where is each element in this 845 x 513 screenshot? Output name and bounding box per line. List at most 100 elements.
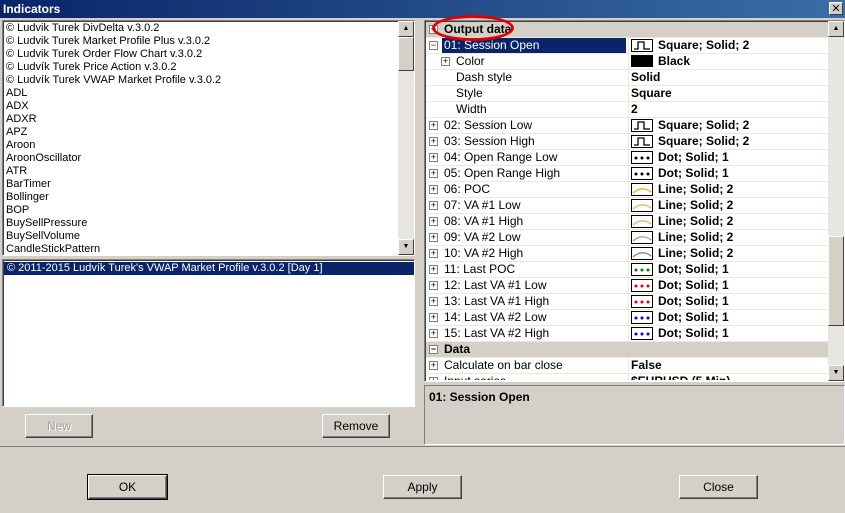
property-value[interactable]: Square: [628, 86, 828, 101]
indicator-list-item[interactable]: © Ludvik Turek Order Flow Chart v.3.0.2: [3, 48, 399, 61]
expand-icon[interactable]: +: [429, 137, 438, 146]
property-value[interactable]: Dot; Solid; 1: [628, 262, 828, 277]
property-row[interactable]: +08: VA #1 High Line; Solid; 2: [426, 214, 828, 230]
indicator-list-item[interactable]: APZ: [3, 126, 399, 139]
property-value[interactable]: Line; Solid; 2: [628, 198, 828, 213]
expand-icon[interactable]: +: [429, 361, 438, 370]
property-row[interactable]: + Color Black: [426, 54, 828, 70]
scroll-up-icon[interactable]: ▲: [398, 21, 414, 37]
property-grid-scrollbar[interactable]: ▲ ▼: [828, 21, 844, 381]
applied-indicator-list[interactable]: © 2011-2015 Ludvík Turek's VWAP Market P…: [2, 259, 415, 407]
indicator-list-item[interactable]: BuySellVolume: [3, 230, 399, 243]
property-value[interactable]: False: [628, 358, 828, 373]
indicator-list-scrollbar[interactable]: ▲ ▼: [398, 21, 414, 255]
property-value[interactable]: Dot; Solid; 1: [628, 278, 828, 293]
expand-icon[interactable]: +: [429, 201, 438, 210]
expand-icon[interactable]: +: [429, 265, 438, 274]
expand-icon[interactable]: +: [429, 153, 438, 162]
property-value[interactable]: Line; Solid; 2: [628, 182, 828, 197]
indicator-list-item[interactable]: BuySellPressure: [3, 217, 399, 230]
property-row[interactable]: +14: Last VA #2 Low Dot; Solid; 1: [426, 310, 828, 326]
grid-scroll-down-icon[interactable]: ▼: [828, 365, 844, 381]
expand-icon[interactable]: +: [429, 217, 438, 226]
property-name: Style: [456, 86, 483, 100]
property-row[interactable]: +04: Open Range Low Dot; Solid; 1: [426, 150, 828, 166]
expand-icon[interactable]: +: [429, 377, 438, 380]
property-value[interactable]: Dot; Solid; 1: [628, 150, 828, 165]
property-row[interactable]: + Input series$EURUSD (5 Min): [426, 374, 828, 380]
applied-indicator-item[interactable]: © 2011-2015 Ludvík Turek's VWAP Market P…: [4, 262, 414, 275]
expand-icon[interactable]: +: [429, 169, 438, 178]
category-output-data[interactable]: − Output data: [426, 22, 828, 38]
indicator-list-item[interactable]: © Ludvík Turek VWAP Market Profile v.3.0…: [3, 74, 399, 87]
expand-icon[interactable]: +: [429, 329, 438, 338]
property-row[interactable]: +07: VA #1 Low Line; Solid; 2: [426, 198, 828, 214]
collapse-icon[interactable]: −: [429, 25, 438, 34]
indicator-list-item[interactable]: Bollinger: [3, 191, 399, 204]
indicator-list-item[interactable]: ADX: [3, 100, 399, 113]
property-row[interactable]: +05: Open Range High Dot; Solid; 1: [426, 166, 828, 182]
property-row[interactable]: +11: Last POC Dot; Solid; 1: [426, 262, 828, 278]
indicator-list-item[interactable]: ADL: [3, 87, 399, 100]
property-value[interactable]: Dot; Solid; 1: [628, 294, 828, 309]
close-button[interactable]: Close: [679, 475, 758, 499]
expand-icon[interactable]: +: [429, 121, 438, 130]
property-value[interactable]: Square; Solid; 2: [628, 134, 828, 149]
new-button[interactable]: New: [25, 414, 93, 438]
expand-icon[interactable]: +: [429, 185, 438, 194]
property-grid[interactable]: − Output data −01: Session Open Square; Sol…: [424, 20, 845, 382]
property-value[interactable]: Line; Solid; 2: [628, 214, 828, 229]
expand-icon[interactable]: +: [429, 281, 438, 290]
property-row[interactable]: +03: Session High Square; Solid; 2: [426, 134, 828, 150]
indicator-list-item[interactable]: © Ludvík Turek Price Action v.3.0.2: [3, 61, 399, 74]
indicator-list-item[interactable]: ADXR: [3, 113, 399, 126]
indicator-list-item[interactable]: BarTimer: [3, 178, 399, 191]
category-data[interactable]: − Data: [426, 342, 828, 358]
property-value[interactable]: Square; Solid; 2: [628, 38, 828, 53]
indicator-list-item[interactable]: © Ludvik Turek Market Profile Plus v.3.0…: [3, 35, 399, 48]
property-row[interactable]: + Calculate on bar close False: [426, 358, 828, 374]
property-row[interactable]: +15: Last VA #2 High Dot; Solid; 1: [426, 326, 828, 342]
indicator-list-item[interactable]: BOP: [3, 204, 399, 217]
property-value[interactable]: Dot; Solid; 1: [628, 326, 828, 341]
indicator-list-item[interactable]: © Ludvik Turek DivDelta v.3.0.2: [3, 22, 399, 35]
ok-button[interactable]: OK: [87, 474, 168, 500]
indicator-list-item[interactable]: Aroon: [3, 139, 399, 152]
indicator-list-item[interactable]: ATR: [3, 165, 399, 178]
property-value[interactable]: Black: [628, 54, 828, 69]
property-value[interactable]: Dot; Solid; 1: [628, 166, 828, 181]
collapse-icon[interactable]: −: [429, 41, 438, 50]
property-row[interactable]: −01: Session Open Square; Solid; 2: [426, 38, 828, 54]
property-value[interactable]: Dot; Solid; 1: [628, 310, 828, 325]
property-row[interactable]: +12: Last VA #1 Low Dot; Solid; 1: [426, 278, 828, 294]
property-row[interactable]: +10: VA #2 High Line; Solid; 2: [426, 246, 828, 262]
apply-button[interactable]: Apply: [383, 475, 462, 499]
indicator-list-item[interactable]: AroonOscillator: [3, 152, 399, 165]
grid-scroll-up-icon[interactable]: ▲: [828, 21, 844, 37]
property-value[interactable]: Line; Solid; 2: [628, 230, 828, 245]
property-row[interactable]: +13: Last VA #1 High Dot; Solid; 1: [426, 294, 828, 310]
expand-icon[interactable]: +: [429, 233, 438, 242]
remove-button[interactable]: Remove: [322, 414, 390, 438]
property-row[interactable]: +02: Session Low Square; Solid; 2: [426, 118, 828, 134]
grid-scroll-thumb[interactable]: [828, 236, 844, 326]
indicator-list[interactable]: © Ludvik Turek DivDelta v.3.0.2 © Ludvik …: [2, 20, 415, 256]
scroll-thumb[interactable]: [398, 37, 414, 71]
property-value[interactable]: 2: [628, 102, 828, 117]
property-value[interactable]: Solid: [628, 70, 828, 85]
indicator-list-item[interactable]: CandleStickPattern: [3, 243, 399, 255]
property-value[interactable]: $EURUSD (5 Min): [628, 374, 828, 380]
property-row[interactable]: Style Square: [426, 86, 828, 102]
property-row[interactable]: +06: POC Line; Solid; 2: [426, 182, 828, 198]
close-icon[interactable]: ✕: [829, 2, 843, 15]
property-row[interactable]: +09: VA #2 Low Line; Solid; 2: [426, 230, 828, 246]
property-value[interactable]: Line; Solid; 2: [628, 246, 828, 261]
collapse-icon[interactable]: −: [429, 345, 438, 354]
property-row[interactable]: Dash style Solid: [426, 70, 828, 86]
property-row[interactable]: Width 2: [426, 102, 828, 118]
property-value[interactable]: Square; Solid; 2: [628, 118, 828, 133]
scroll-down-icon[interactable]: ▼: [398, 239, 414, 255]
expand-icon[interactable]: +: [429, 249, 438, 258]
expand-icon[interactable]: +: [429, 313, 438, 322]
expand-icon[interactable]: +: [429, 297, 438, 306]
